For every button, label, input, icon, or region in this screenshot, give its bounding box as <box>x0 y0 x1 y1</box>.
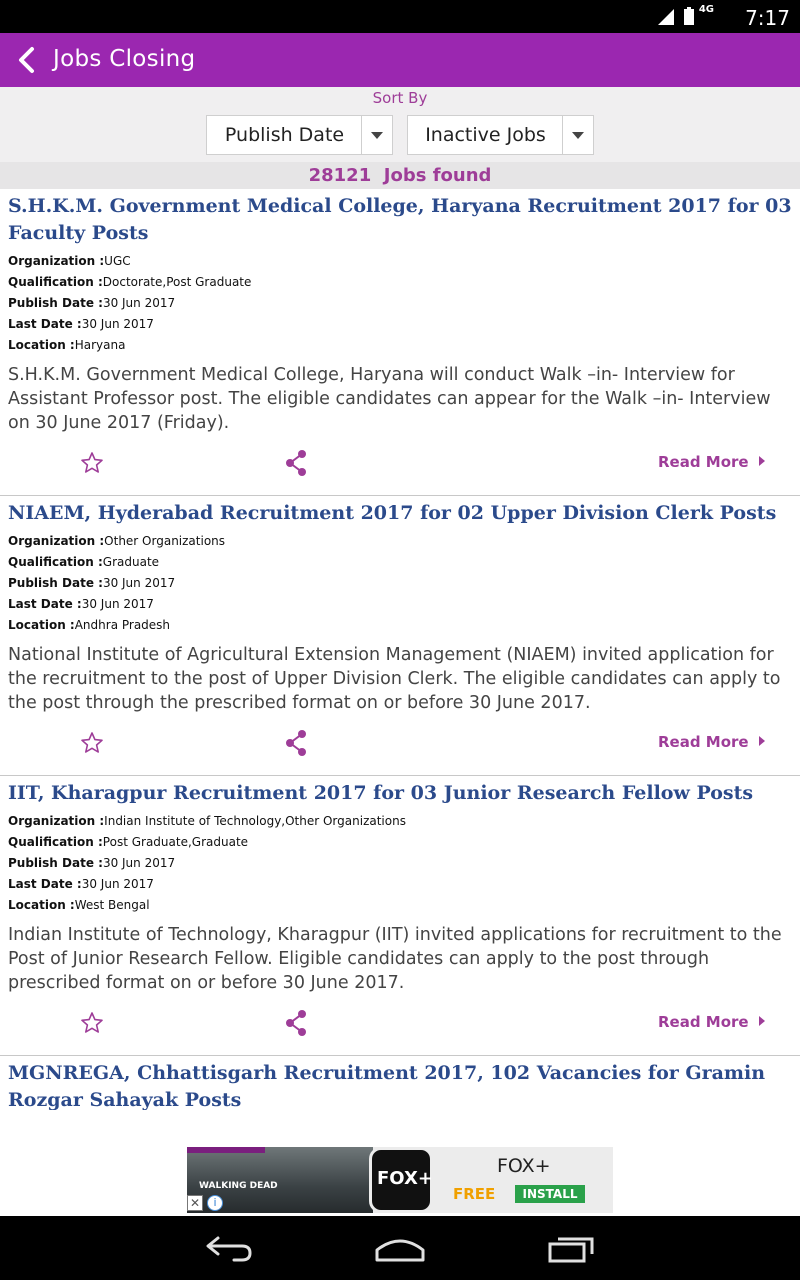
job-description: National Institute of Agricultural Exten… <box>8 645 781 713</box>
location-label: Location : <box>8 338 75 352</box>
job-location: West Bengal <box>74 898 150 912</box>
job-title[interactable]: NIAEM, Hyderabad Recruitment 2017 for 02… <box>8 496 792 527</box>
qualification-label: Qualification : <box>8 835 103 849</box>
ad-price: FREE <box>453 1185 496 1203</box>
job-qualification: Doctorate,Post Graduate <box>102 275 252 289</box>
job-list[interactable]: S.H.K.M. Government Medical College, Har… <box>0 189 800 1110</box>
organization-label: Organization : <box>8 254 105 268</box>
job-publish-date: 30 Jun 2017 <box>102 296 176 310</box>
job-last-date: 30 Jun 2017 <box>81 317 154 331</box>
nav-home-icon[interactable] <box>374 1234 426 1264</box>
results-count-label: Jobs found <box>383 165 492 186</box>
caret-right-icon <box>758 1016 765 1026</box>
job-status-dropdown[interactable]: Inactive Jobs <box>407 115 594 155</box>
job-card[interactable]: MGNREGA, Chhattisgarh Recruitment 2017, … <box>0 1056 800 1110</box>
sort-dropdown[interactable]: Publish Date <box>206 115 393 155</box>
read-more-link[interactable]: Read More <box>658 453 765 471</box>
read-more-label: Read More <box>658 1013 749 1031</box>
organization-label: Organization : <box>8 814 105 828</box>
ad-app-name: FOX+ <box>497 1155 551 1177</box>
chevron-down-icon <box>562 116 593 154</box>
sort-by-label: Sort By <box>372 89 428 107</box>
last-date-label: Last Date : <box>8 597 82 611</box>
location-label: Location : <box>8 618 75 632</box>
battery-icon <box>684 7 694 25</box>
ad-app-logo[interactable]: FOX+ <box>369 1147 433 1213</box>
share-icon[interactable] <box>284 730 308 756</box>
status-bar: 4G 7:17 <box>0 0 800 33</box>
job-actions: Read More <box>8 715 792 775</box>
job-organization: UGC <box>104 254 131 268</box>
share-icon[interactable] <box>284 450 308 476</box>
status-icons <box>656 6 696 26</box>
organization-label: Organization : <box>8 534 105 548</box>
ad-banner[interactable]: WALKING DEAD ✕ i FOX+ FOX+ FREE INSTALL <box>187 1147 613 1213</box>
publish-date-label: Publish Date : <box>8 296 103 310</box>
job-last-date: 30 Jun 2017 <box>81 597 154 611</box>
share-icon[interactable] <box>284 1010 308 1036</box>
job-location: Haryana <box>74 338 126 352</box>
job-location: Andhra Pradesh <box>74 618 171 632</box>
app-bar: Jobs Closing <box>0 33 800 87</box>
job-actions: Read More <box>8 435 792 495</box>
job-meta: Organization :Indian Institute of Techno… <box>8 811 792 916</box>
job-publish-date: 30 Jun 2017 <box>102 856 176 870</box>
qualification-label: Qualification : <box>8 275 103 289</box>
caret-right-icon <box>758 456 765 466</box>
results-count: 28121 Jobs found <box>0 162 800 189</box>
job-last-date: 30 Jun 2017 <box>81 877 154 891</box>
publish-date-label: Publish Date : <box>8 576 103 590</box>
read-more-link[interactable]: Read More <box>658 1013 765 1031</box>
ad-image-text: WALKING DEAD <box>199 1181 278 1191</box>
qualification-label: Qualification : <box>8 555 103 569</box>
page-title: Jobs Closing <box>53 46 196 72</box>
ad-logo-text: FOX+ <box>377 1168 433 1189</box>
location-label: Location : <box>8 898 75 912</box>
nav-recents-icon[interactable] <box>546 1234 598 1264</box>
star-icon[interactable] <box>80 451 104 475</box>
job-status-dropdown-value: Inactive Jobs <box>425 124 546 146</box>
results-count-number: 28121 <box>308 165 372 186</box>
job-qualification: Post Graduate,Graduate <box>102 835 249 849</box>
signal-icon <box>658 9 674 25</box>
job-card[interactable]: S.H.K.M. Government Medical College, Har… <box>0 189 800 496</box>
status-time: 7:17 <box>745 6 790 30</box>
job-qualification: Graduate <box>102 555 160 569</box>
job-organization: Other Organizations <box>104 534 226 548</box>
job-card[interactable]: IIT, Kharagpur Recruitment 2017 for 03 J… <box>0 776 800 1056</box>
back-arrow-icon[interactable] <box>14 45 40 75</box>
last-date-label: Last Date : <box>8 317 82 331</box>
job-meta: Organization :Other Organizations Qualif… <box>8 531 792 636</box>
ad-install-button[interactable]: INSTALL <box>515 1185 585 1203</box>
star-icon[interactable] <box>80 731 104 755</box>
publish-date-label: Publish Date : <box>8 856 103 870</box>
job-actions: Read More <box>8 995 792 1055</box>
last-date-label: Last Date : <box>8 877 82 891</box>
ad-close-icon[interactable]: ✕ <box>187 1195 203 1211</box>
network-type: 4G <box>698 4 714 15</box>
job-card[interactable]: NIAEM, Hyderabad Recruitment 2017 for 02… <box>0 496 800 776</box>
system-nav-bar <box>0 1216 800 1280</box>
job-meta: Organization :UGC Qualification :Doctora… <box>8 251 792 356</box>
ad-info-icon[interactable]: i <box>207 1195 223 1211</box>
job-description: Indian Institute of Technology, Kharagpu… <box>8 925 782 993</box>
nav-back-icon[interactable] <box>204 1234 256 1264</box>
read-more-label: Read More <box>658 733 749 751</box>
job-publish-date: 30 Jun 2017 <box>102 576 176 590</box>
job-description: S.H.K.M. Government Medical College, Har… <box>8 365 771 433</box>
job-title[interactable]: IIT, Kharagpur Recruitment 2017 for 03 J… <box>8 776 792 807</box>
sort-bar: Sort By Publish Date Inactive Jobs <box>0 87 800 162</box>
caret-right-icon <box>758 736 765 746</box>
job-title[interactable]: S.H.K.M. Government Medical College, Har… <box>8 189 792 247</box>
job-organization: Indian Institute of Technology,Other Org… <box>104 814 406 828</box>
sort-dropdown-value: Publish Date <box>224 124 345 146</box>
read-more-link[interactable]: Read More <box>658 733 765 751</box>
job-title[interactable]: MGNREGA, Chhattisgarh Recruitment 2017, … <box>8 1056 792 1110</box>
star-icon[interactable] <box>80 1011 104 1035</box>
read-more-label: Read More <box>658 453 749 471</box>
chevron-down-icon <box>361 116 392 154</box>
